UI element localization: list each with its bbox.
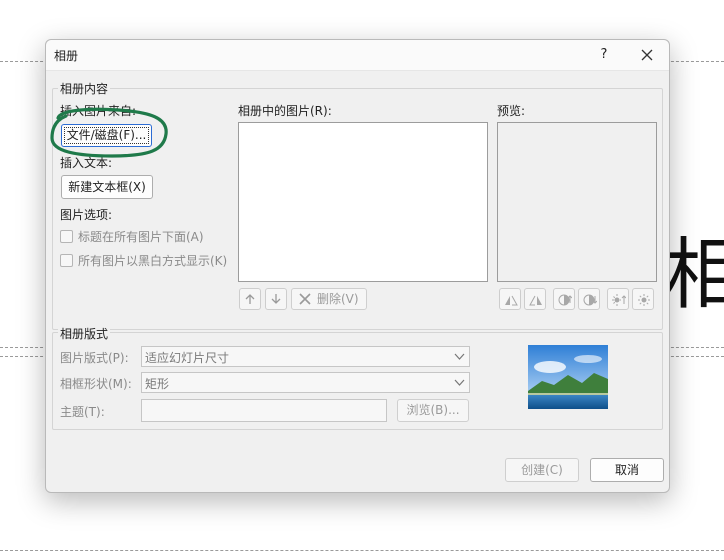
black-white-label: 所有图片以黑白方式显示(K) [78, 254, 228, 268]
cancel-button-label: 取消 [614, 463, 639, 477]
preview-label: 预览: [497, 104, 526, 118]
insert-text-label: 插入文本: [60, 156, 113, 170]
chevron-down-icon [454, 379, 465, 386]
remove-x-icon [299, 293, 311, 305]
preview-pane [497, 122, 657, 282]
dialog-titlebar: 相册 ? [46, 40, 669, 71]
pictures-listbox[interactable] [238, 122, 488, 282]
brightness-down-icon [638, 294, 650, 306]
theme-input[interactable] [141, 399, 387, 422]
slide-guide-bottom [0, 550, 724, 551]
dialog-title: 相册 [54, 49, 79, 63]
brightness-up-button[interactable] [607, 288, 629, 310]
brightness-down-button[interactable] [632, 288, 654, 310]
frame-shape-label: 相框形状(M): [60, 377, 132, 391]
move-up-icon [245, 294, 255, 304]
browse-button[interactable]: 浏览(B)... [397, 399, 469, 422]
help-button[interactable]: ? [591, 43, 617, 67]
insert-picture-from-label: 插入图片来自: [60, 104, 137, 118]
remove-button[interactable]: 删除(V) [291, 288, 367, 310]
album-content-legend: 相册内容 [58, 80, 111, 97]
frame-shape-value: 矩形 [145, 377, 170, 391]
frame-shape-select[interactable]: 矩形 [141, 372, 470, 393]
picture-layout-value: 适应幻灯片尺寸 [145, 351, 230, 365]
new-textbox-button[interactable]: 新建文本框(X) [61, 175, 153, 199]
picture-layout-label: 图片版式(P): [60, 351, 129, 365]
focus-ring [64, 127, 149, 144]
contrast-down-button[interactable] [578, 288, 600, 310]
file-disk-button[interactable]: 文件/磁盘(F)... [61, 124, 152, 147]
photo-album-dialog: 相册 ? 相册内容 插入图片来自: 文件/磁盘(F)... 插入文本: 新建文本… [45, 39, 670, 493]
rotate-right-icon [529, 295, 542, 306]
cancel-button[interactable]: 取消 [590, 458, 664, 482]
brightness-up-icon [612, 294, 626, 306]
album-layout-legend: 相册版式 [58, 325, 111, 342]
pictures-in-album-label: 相册中的图片(R): [238, 104, 332, 118]
move-down-icon [271, 294, 281, 304]
close-button[interactable] [632, 43, 662, 67]
new-textbox-button-label: 新建文本框(X) [68, 180, 146, 194]
contrast-down-icon [583, 294, 597, 306]
rotate-right-button[interactable] [524, 288, 546, 310]
picture-layout-select[interactable]: 适应幻灯片尺寸 [141, 346, 470, 367]
contrast-up-button[interactable] [553, 288, 575, 310]
create-button-label: 创建(C) [521, 463, 563, 477]
rotate-left-button[interactable] [499, 288, 521, 310]
close-icon [641, 49, 653, 61]
picture-options-label: 图片选项: [60, 208, 113, 222]
captions-below-label: 标题在所有图片下面(A) [78, 230, 204, 244]
black-white-checkbox[interactable] [60, 254, 73, 267]
remove-button-label: 删除(V) [317, 292, 359, 306]
rotate-left-icon [505, 295, 518, 306]
layout-preview-thumbnail [528, 345, 608, 409]
browse-button-label: 浏览(B)... [406, 403, 460, 417]
theme-label: 主题(T): [60, 405, 105, 419]
move-down-button[interactable] [265, 288, 287, 310]
captions-below-checkbox[interactable] [60, 230, 73, 243]
chevron-down-icon [454, 353, 465, 360]
create-button[interactable]: 创建(C) [505, 458, 579, 482]
contrast-up-icon [558, 294, 572, 306]
move-up-button[interactable] [239, 288, 261, 310]
slide-partial-text: 相框 [664, 236, 724, 314]
